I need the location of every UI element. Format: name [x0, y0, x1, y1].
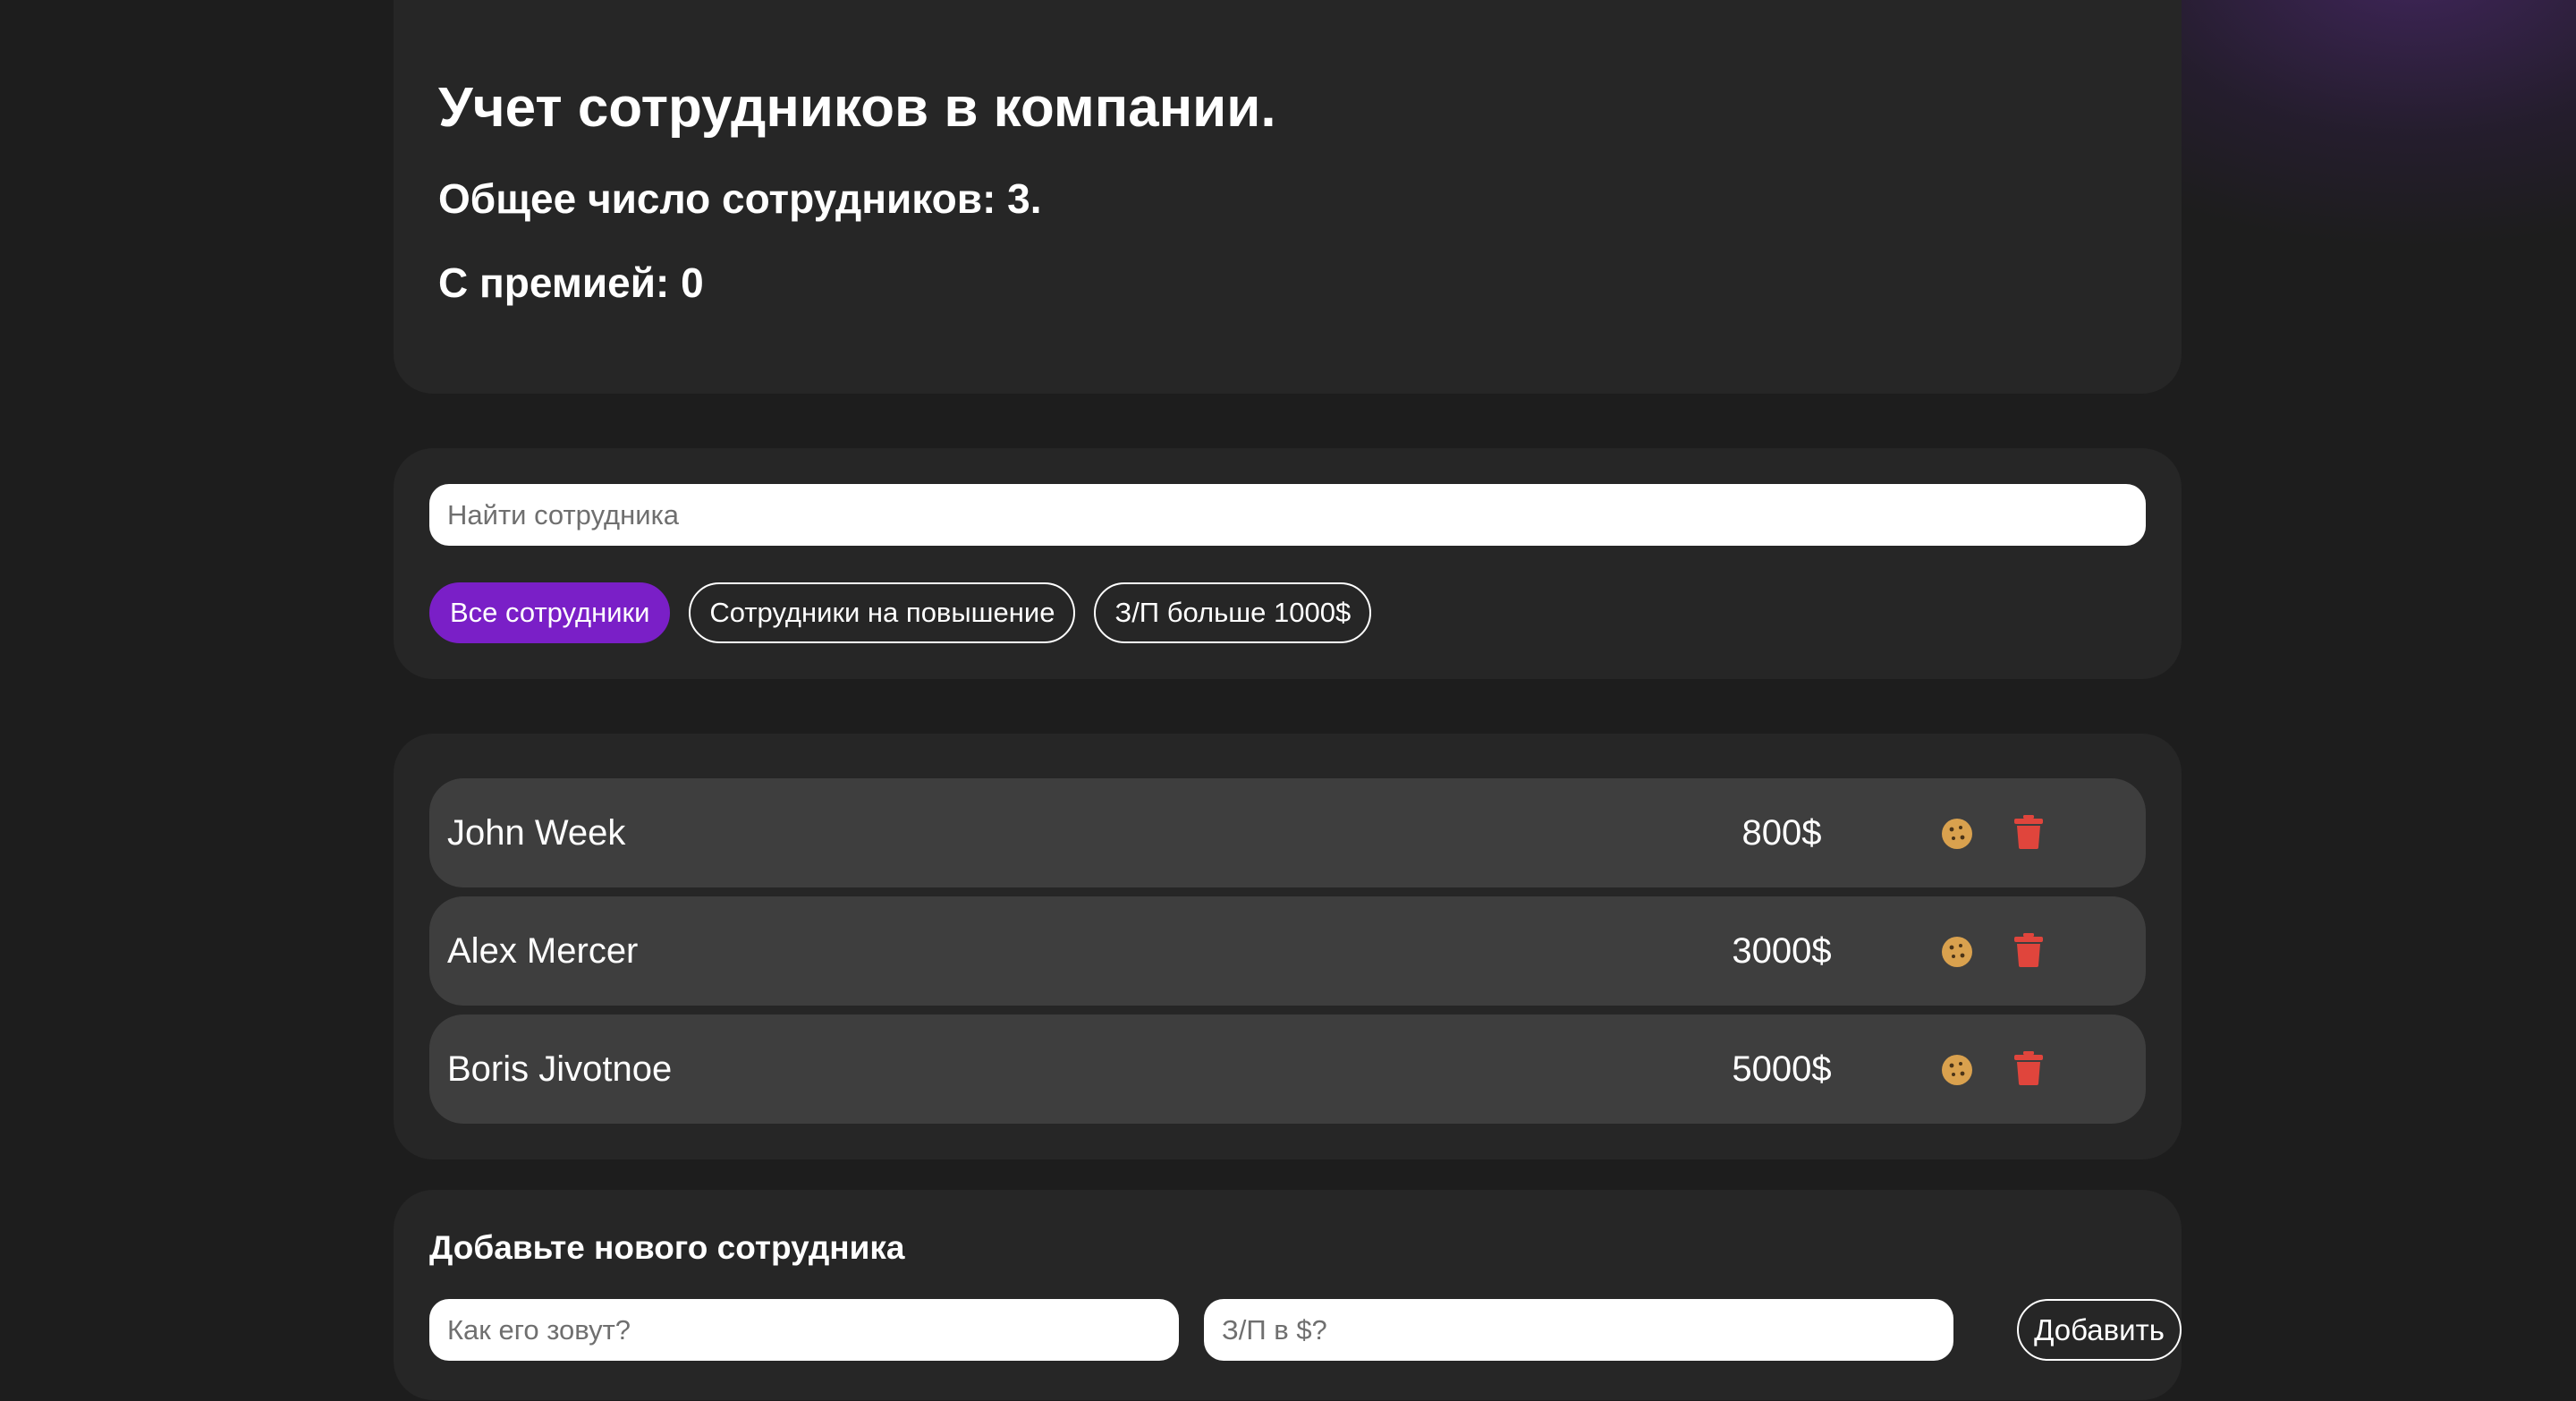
filter-promotion-button[interactable]: Сотрудники на повышение — [689, 582, 1076, 643]
app-container: Учет сотрудников в компании. Общее число… — [394, 0, 2182, 1400]
add-form-row: Добавить — [429, 1299, 2182, 1362]
cookie-icon[interactable] — [1941, 936, 1973, 968]
filter-salary-button[interactable]: З/П больше 1000$ — [1094, 582, 1372, 643]
employee-salary-field[interactable] — [1204, 1299, 1953, 1361]
employee-salary: 800$ — [1741, 813, 1822, 853]
filter-group: Все сотрудники Сотрудники на повышение З… — [429, 582, 2146, 643]
cookie-icon[interactable] — [1941, 1054, 1973, 1086]
trash-icon[interactable] — [2014, 933, 2043, 967]
search-panel: Все сотрудники Сотрудники на повышение З… — [394, 448, 2182, 679]
add-employee-form: Добавьте нового сотрудника Добавить — [394, 1190, 2182, 1400]
page-title: Учет сотрудников в компании. — [438, 77, 1276, 139]
bonus-employees-count: С премией: 0 — [438, 259, 704, 306]
trash-icon[interactable] — [2014, 815, 2043, 849]
add-form-title: Добавьте нового сотрудника — [429, 1229, 905, 1266]
employee-salary: 3000$ — [1732, 931, 1832, 971]
employee-name-field[interactable] — [429, 1299, 1179, 1361]
employee-name[interactable]: Alex Mercer — [447, 896, 638, 1006]
app-info-panel: Учет сотрудников в компании. Общее число… — [394, 0, 2182, 394]
filter-all-button[interactable]: Все сотрудники — [429, 582, 671, 643]
cookie-icon[interactable] — [1941, 818, 1973, 850]
employees-list: John Week 800$ Alex Mercer 3000$ Boris J… — [394, 734, 2182, 1159]
add-employee-button[interactable]: Добавить — [2017, 1299, 2182, 1361]
total-employees-count: Общее число сотрудников: 3. — [438, 175, 1042, 222]
employee-name[interactable]: John Week — [447, 778, 625, 887]
employee-row: John Week 800$ — [429, 778, 2146, 887]
trash-icon[interactable] — [2014, 1051, 2043, 1085]
employee-row: Alex Mercer 3000$ — [429, 896, 2146, 1006]
employee-salary: 5000$ — [1732, 1049, 1832, 1089]
employee-name[interactable]: Boris Jivotnoe — [447, 1015, 672, 1124]
search-input[interactable] — [429, 484, 2146, 546]
employee-row: Boris Jivotnoe 5000$ — [429, 1015, 2146, 1124]
